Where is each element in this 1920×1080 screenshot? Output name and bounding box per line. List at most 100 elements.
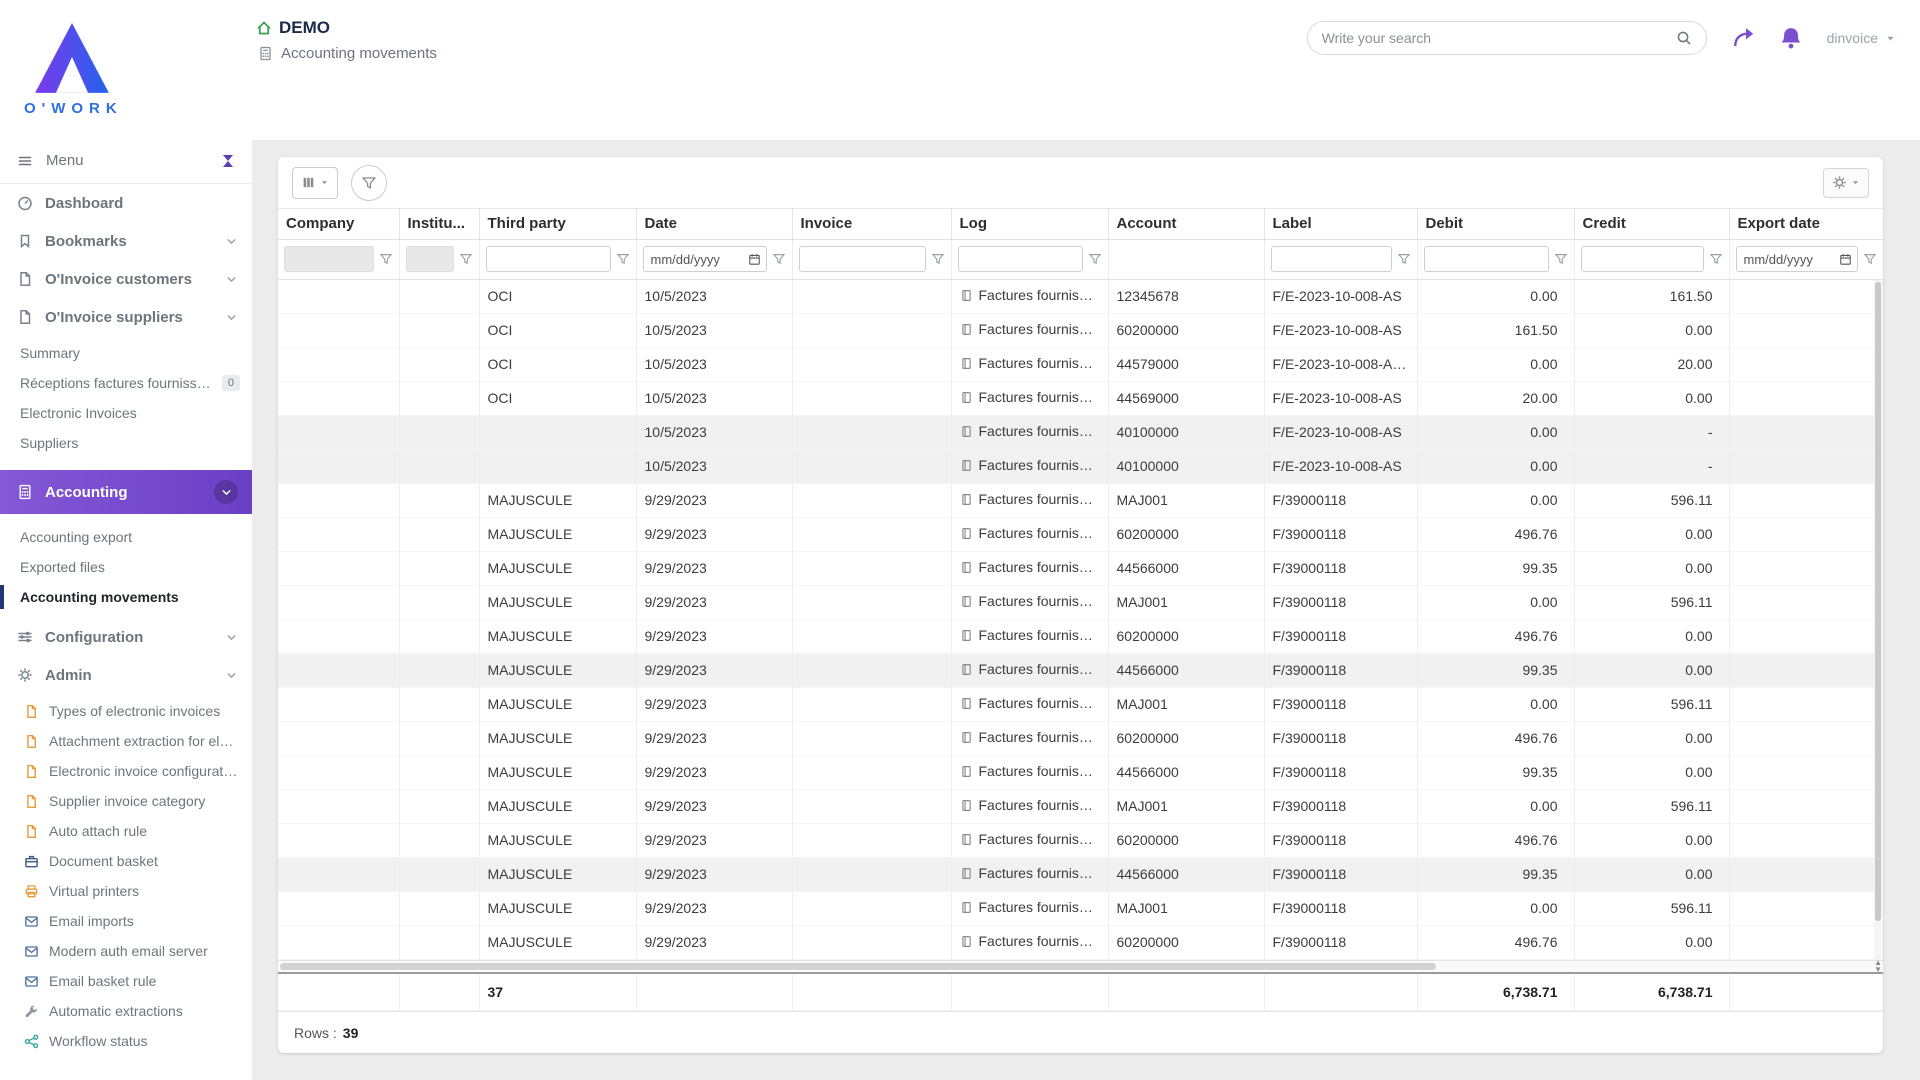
table-row[interactable]: MAJUSCULE 9/29/2023 Factures fournisseurs 6…: [278, 517, 1883, 552]
table-row[interactable]: MAJUSCULE 9/29/2023 Factures fournisseurs 6…: [278, 721, 1883, 756]
sidebar-subitem-types-of-electronic-invoices[interactable]: Types of electronic invoices: [0, 696, 252, 726]
column-chooser-button[interactable]: [292, 166, 338, 199]
invoice-filter-input[interactable]: [798, 246, 926, 272]
column-header-third_party[interactable]: Third party: [479, 209, 637, 240]
user-menu[interactable]: dinvoice: [1827, 30, 1896, 46]
search-input[interactable]: [1321, 30, 1676, 46]
sidebar-subitem-virtual-printers[interactable]: Virtual printers: [0, 876, 252, 906]
scrollbar-thumb[interactable]: [280, 962, 1436, 970]
sidebar-subitem-accounting-movements[interactable]: Accounting movements: [0, 582, 252, 612]
sidebar-item-configuration[interactable]: Configuration: [0, 618, 252, 656]
table-row[interactable]: OCI 10/5/2023 Factures fournisseurs 4456900…: [278, 381, 1883, 416]
label-filter-input[interactable]: [1270, 246, 1392, 272]
column-header-date[interactable]: Date: [636, 209, 793, 240]
sidebar-item-admin[interactable]: Admin: [0, 656, 252, 694]
filter-button[interactable]: [351, 164, 387, 201]
column-header-institution[interactable]: Institu...: [399, 209, 480, 240]
filter-funnel-icon[interactable]: [1863, 252, 1877, 266]
company-filter-input[interactable]: [284, 246, 374, 272]
filter-funnel-icon[interactable]: [379, 252, 393, 266]
hamburger-icon[interactable]: [17, 153, 33, 169]
table-row[interactable]: 10/5/2023 Factures fournisseurs 40100000 F/…: [278, 415, 1883, 450]
horizontal-scrollbar[interactable]: ▲ ▼: [278, 958, 1883, 973]
column-header-invoice[interactable]: Invoice: [792, 209, 952, 240]
sidebar-subitem-attachment-extraction-for-electronic-invoices[interactable]: Attachment extraction for electronic inv…: [0, 726, 252, 756]
column-header-company[interactable]: Company: [278, 209, 400, 240]
sidebar-subitem-electronic-invoices[interactable]: Electronic Invoices: [0, 398, 252, 428]
search-icon[interactable]: [1676, 30, 1692, 46]
table-row[interactable]: MAJUSCULE 9/29/2023 Factures fournisseurs 4…: [278, 755, 1883, 790]
sidebar-subitem-electronic-invoice-configuration[interactable]: Electronic invoice configuration: [0, 756, 252, 786]
filter-funnel-icon[interactable]: [459, 252, 473, 266]
filter-funnel-icon[interactable]: [1397, 252, 1411, 266]
column-header-export_date[interactable]: Export date: [1729, 209, 1883, 240]
table-row[interactable]: MAJUSCULE 9/29/2023 Factures fournisseurs 4…: [278, 857, 1883, 892]
table-row[interactable]: MAJUSCULE 9/29/2023 Factures fournisseurs M…: [278, 891, 1883, 926]
filter-cell-export_date: [1729, 239, 1883, 280]
table-row[interactable]: MAJUSCULE 9/29/2023 Factures fournisseurs 6…: [278, 619, 1883, 654]
table-row[interactable]: MAJUSCULE 9/29/2023 Factures fournisseurs M…: [278, 483, 1883, 518]
debit-filter-input[interactable]: [1423, 246, 1549, 272]
sidebar-subitem-summary[interactable]: Summary: [0, 338, 252, 368]
sidebar-item-accounting[interactable]: Accounting: [0, 470, 252, 514]
app-logo[interactable]: O'WORK: [0, 0, 252, 138]
sidebar-subitem-document-basket[interactable]: Document basket: [0, 846, 252, 876]
scrollbar-thumb[interactable]: [1875, 282, 1881, 921]
filter-funnel-icon[interactable]: [772, 252, 786, 266]
column-header-log[interactable]: Log: [951, 209, 1109, 240]
sidebar-subitem-modern-auth-email-server[interactable]: Modern auth email server: [0, 936, 252, 966]
sidebar-item-bookmarks[interactable]: Bookmarks: [0, 222, 252, 260]
sidebar-subitem-workflow-status[interactable]: Workflow status: [0, 1026, 252, 1056]
sidebar-item-o-invoice-customers[interactable]: O'Invoice customers: [0, 260, 252, 298]
column-header-debit[interactable]: Debit: [1417, 209, 1575, 240]
scroll-arrows[interactable]: ▲ ▼: [1874, 958, 1882, 973]
sidebar-item-o-invoice-suppliers[interactable]: O'Invoice suppliers: [0, 298, 252, 336]
calendar-icon[interactable]: [748, 253, 761, 266]
sidebar-subitem-suppliers[interactable]: Suppliers: [0, 428, 252, 458]
table-row[interactable]: MAJUSCULE 9/29/2023 Factures fournisseurs M…: [278, 687, 1883, 722]
sidebar-pin-icon[interactable]: [220, 153, 236, 169]
table-row[interactable]: MAJUSCULE 9/29/2023 Factures fournisseurs M…: [278, 789, 1883, 824]
filter-funnel-icon[interactable]: [931, 252, 945, 266]
institution-filter-input[interactable]: [405, 246, 454, 272]
table-row[interactable]: OCI 10/5/2023 Factures fournisseurs 4457900…: [278, 347, 1883, 382]
table-row[interactable]: MAJUSCULE 9/29/2023 Factures fournisseurs 4…: [278, 653, 1883, 688]
sidebar-subitem-email-basket-rule[interactable]: Email basket rule: [0, 966, 252, 996]
journal-icon: [960, 901, 973, 917]
sidebar-item-dashboard[interactable]: Dashboard: [0, 184, 252, 222]
sidebar-subitem-accounting-export[interactable]: Accounting export: [0, 522, 252, 552]
notifications-bell-icon[interactable]: [1779, 26, 1803, 50]
file-icon: [24, 794, 39, 809]
credit-filter-input[interactable]: [1580, 246, 1704, 272]
home-icon[interactable]: [256, 20, 272, 36]
table-row[interactable]: 10/5/2023 Factures fournisseurs 40100000 F/…: [278, 449, 1883, 484]
table-row[interactable]: MAJUSCULE 9/29/2023 Factures fournisseurs 6…: [278, 823, 1883, 858]
third_party-filter-input[interactable]: [485, 246, 611, 272]
sidebar-subitem-exported-files[interactable]: Exported files: [0, 552, 252, 582]
column-header-account[interactable]: Account: [1108, 209, 1265, 240]
calendar-icon[interactable]: [1839, 253, 1852, 266]
filter-cell-credit: [1574, 239, 1730, 280]
filter-funnel-icon[interactable]: [1554, 252, 1568, 266]
table-row[interactable]: MAJUSCULE 9/29/2023 Factures fournisseurs 4…: [278, 551, 1883, 586]
table-row[interactable]: MAJUSCULE 9/29/2023 Factures fournisseurs M…: [278, 585, 1883, 620]
table-row[interactable]: OCI 10/5/2023 Factures fournisseurs 6020000…: [278, 313, 1883, 348]
grid-settings-button[interactable]: [1823, 167, 1869, 198]
log-filter-input[interactable]: [957, 246, 1083, 272]
sidebar-subitem-email-imports[interactable]: Email imports: [0, 906, 252, 936]
sidebar-subitem-supplier-invoice-category[interactable]: Supplier invoice category: [0, 786, 252, 816]
date-filter-input[interactable]: [648, 248, 748, 270]
sidebar-subitem-r-ceptions-factures-fournisseurs[interactable]: Réceptions factures fournisseurs 0: [0, 368, 252, 398]
table-row[interactable]: MAJUSCULE 9/29/2023 Factures fournisseurs 6…: [278, 925, 1883, 960]
column-header-credit[interactable]: Credit: [1574, 209, 1730, 240]
filter-funnel-icon[interactable]: [1709, 252, 1723, 266]
column-header-label[interactable]: Label: [1264, 209, 1418, 240]
sidebar-subitem-auto-attach-rule[interactable]: Auto attach rule: [0, 816, 252, 846]
export_date-filter-input[interactable]: [1741, 248, 1839, 270]
vertical-scrollbar[interactable]: [1874, 280, 1883, 960]
share-icon[interactable]: [1731, 26, 1755, 50]
filter-funnel-icon[interactable]: [616, 252, 630, 266]
filter-funnel-icon[interactable]: [1088, 252, 1102, 266]
sidebar-subitem-automatic-extractions[interactable]: Automatic extractions: [0, 996, 252, 1026]
table-row[interactable]: OCI 10/5/2023 Factures fournisseurs 1234567…: [278, 279, 1883, 314]
